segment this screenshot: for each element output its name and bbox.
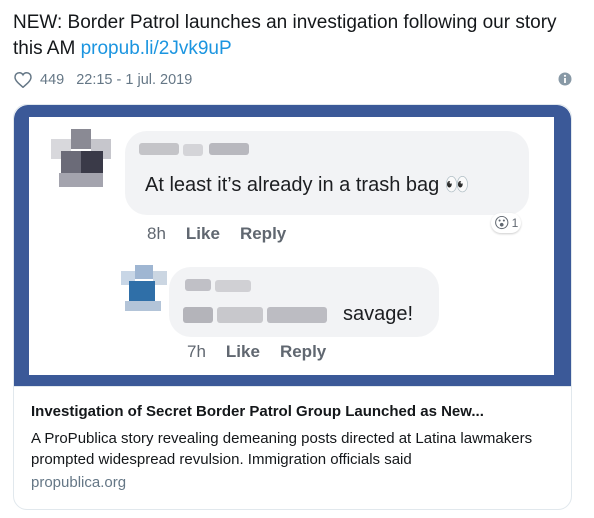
card-footer[interactable]: Investigation of Secret Border Patrol Gr… — [14, 386, 571, 509]
card-description: A ProPublica story revealing demeaning p… — [31, 430, 533, 468]
link-card[interactable]: At least it’s already in a trash bag 👀 8… — [13, 104, 572, 510]
comment-text-body: At least it’s already in a trash bag — [145, 174, 440, 196]
card-image[interactable]: At least it’s already in a trash bag 👀 8… — [14, 105, 571, 386]
reply-link[interactable]: Reply — [240, 224, 286, 244]
reply-text: savage! — [343, 303, 414, 325]
like-count[interactable]: 449 — [40, 72, 64, 88]
blurred-avatar — [121, 265, 167, 311]
reply-actions: 7h Like Reply — [187, 342, 326, 362]
heart-outline-icon[interactable] — [14, 72, 32, 88]
like-link[interactable]: Like — [186, 224, 220, 244]
blurred-name — [139, 143, 179, 155]
eyes-emoji: 👀 — [444, 174, 470, 196]
blurred-text — [183, 307, 213, 323]
reaction-badge: 😮 1 — [491, 213, 522, 233]
reply-time: 7h — [187, 342, 206, 361]
like-link[interactable]: Like — [226, 342, 260, 362]
card-title[interactable]: Investigation of Secret Border Patrol Gr… — [31, 402, 554, 422]
reply-bubble: savage! — [169, 267, 439, 337]
card-domain[interactable]: propublica.org — [31, 473, 554, 493]
tweet-link[interactable]: propub.li/2Jvk9uP — [81, 38, 232, 59]
reply-link[interactable]: Reply — [280, 342, 326, 362]
blurred-name-part — [215, 280, 251, 292]
blurred-avatar — [51, 129, 111, 189]
blurred-name-part — [209, 143, 249, 155]
tweet-timestamp[interactable]: 22:15 - 1 jul. 2019 — [76, 72, 192, 88]
comment-time: 8h — [147, 224, 166, 243]
blurred-text-part — [217, 307, 263, 323]
blurred-text-part — [267, 307, 327, 323]
comment-bubble: At least it’s already in a trash bag 👀 — [125, 131, 529, 215]
info-icon[interactable] — [558, 72, 572, 90]
blurred-name-part — [183, 144, 203, 156]
tweet-text: NEW: Border Patrol launches an investiga… — [13, 10, 583, 62]
blurred-name — [185, 279, 211, 291]
tweet-meta: 449 22:15 - 1 jul. 2019 — [14, 68, 572, 92]
wow-emoji: 😮 — [494, 215, 510, 232]
comment-text: At least it’s already in a trash bag 👀 — [145, 172, 470, 197]
comment-actions: 8h Like Reply — [147, 224, 286, 244]
comment-screenshot: At least it’s already in a trash bag 👀 8… — [29, 117, 554, 375]
reaction-count: 1 — [511, 216, 519, 230]
